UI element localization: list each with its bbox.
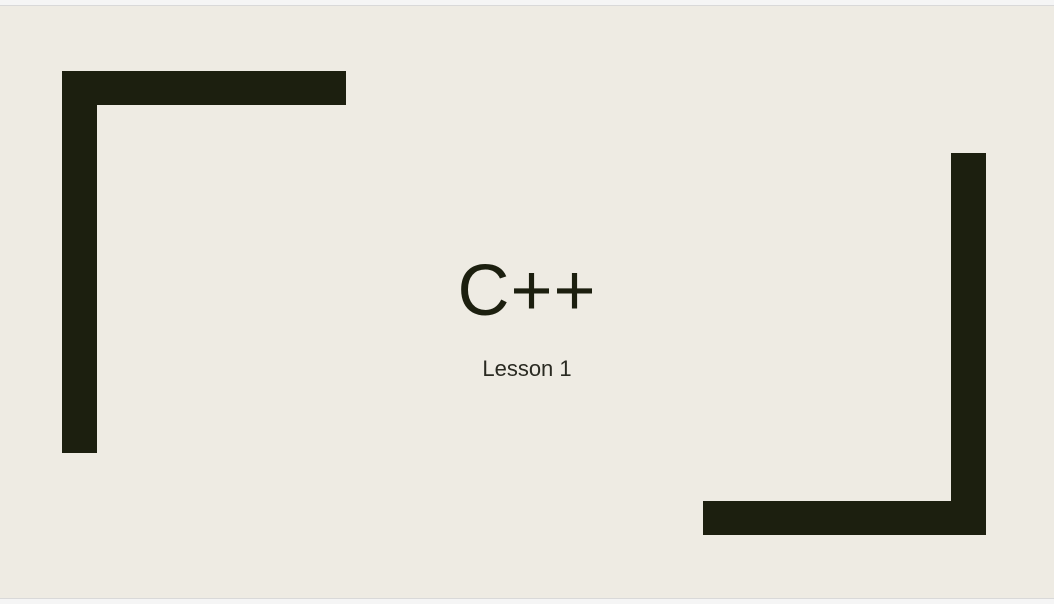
slide-title[interactable]: C++: [0, 251, 1054, 331]
presentation-viewport: C++ Lesson 1: [0, 0, 1054, 604]
top-left-bracket-horizontal: [62, 71, 346, 105]
slide-subtitle[interactable]: Lesson 1: [0, 354, 1054, 384]
title-slide[interactable]: C++ Lesson 1: [0, 5, 1054, 599]
bottom-right-bracket-vertical: [951, 153, 986, 535]
bottom-right-bracket-horizontal: [703, 501, 986, 535]
